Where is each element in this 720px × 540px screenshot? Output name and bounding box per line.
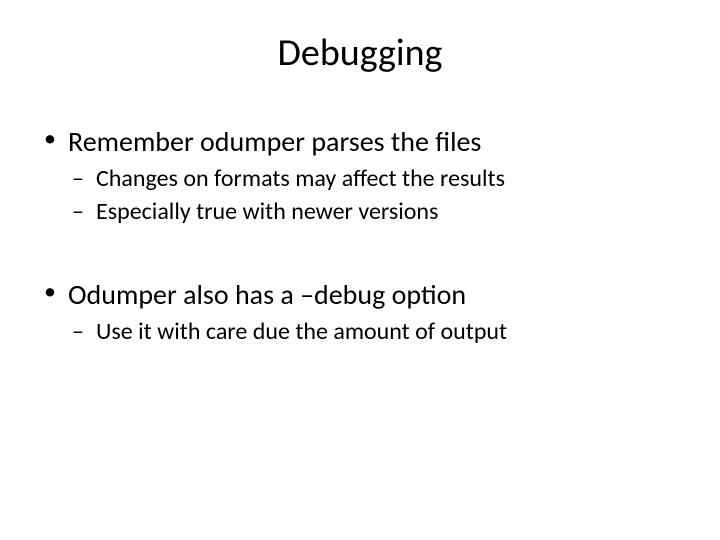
bullet-list: Remember odumper parses the files Change… <box>40 124 680 348</box>
spacer <box>40 229 680 277</box>
bullet-item-2: Odumper also has a –debug option <box>40 277 680 312</box>
slide-title: Debugging <box>40 30 680 76</box>
bullet-item-1: Remember odumper parses the files <box>40 124 680 159</box>
slide: Debugging Remember odumper parses the fi… <box>0 0 720 540</box>
sub-bullet-item: Changes on formats may affect the result… <box>40 163 680 194</box>
sub-bullet-item: Use it with care due the amount of outpu… <box>40 316 680 347</box>
sub-bullet-item: Especially true with newer versions <box>40 196 680 227</box>
